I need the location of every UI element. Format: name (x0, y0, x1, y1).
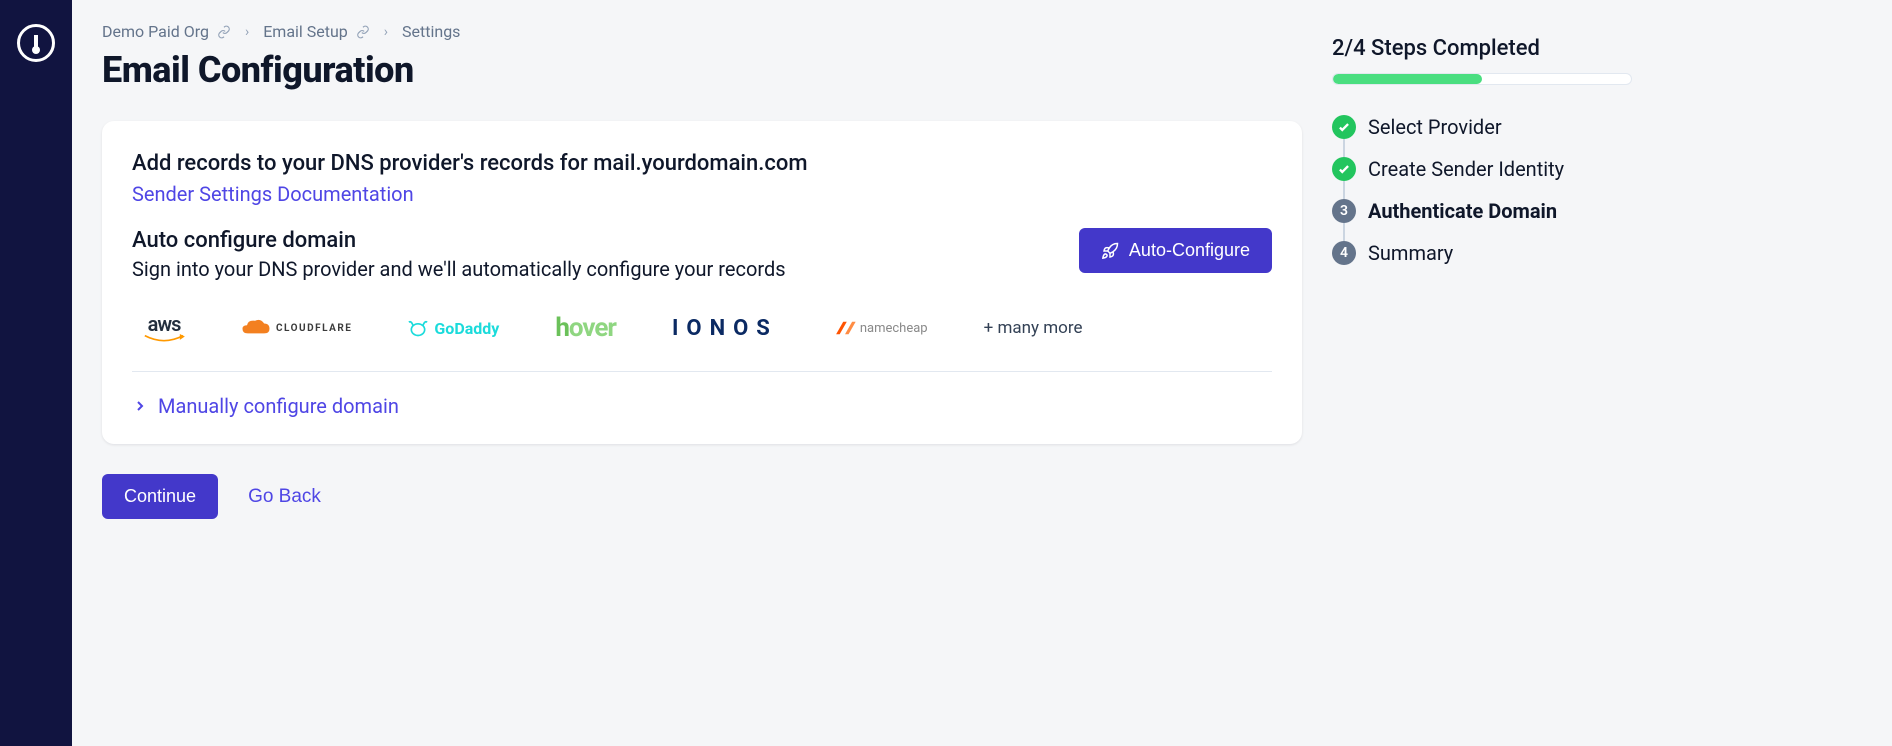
chevron-right-icon: › (384, 24, 388, 40)
auto-configure-title: Auto configure domain (132, 228, 786, 253)
provider-cloudflare: CLOUDFLARE (242, 315, 352, 341)
provider-namecheap: namecheap (834, 315, 928, 341)
rocket-icon (1101, 242, 1119, 260)
provider-godaddy: GoDaddy (408, 315, 499, 341)
breadcrumb: Demo Paid Org › Email Setup › Settings (102, 22, 1302, 41)
steps-list: Select Provider Create Sender Identity 3… (1332, 115, 1632, 265)
go-back-button[interactable]: Go Back (244, 476, 325, 518)
step-label: Create Sender Identity (1368, 157, 1564, 181)
breadcrumb-org[interactable]: Demo Paid Org (102, 22, 231, 41)
namecheap-logo-text: namecheap (860, 321, 928, 336)
link-icon (217, 25, 231, 39)
progress-bar (1332, 73, 1632, 85)
continue-button[interactable]: Continue (102, 474, 218, 519)
breadcrumb-org-label: Demo Paid Org (102, 22, 209, 41)
steps-completed-title: 2/4 Steps Completed (1332, 36, 1632, 61)
step-label: Authenticate Domain (1368, 199, 1557, 223)
provider-ionos: IONOS (672, 315, 778, 341)
aws-smile-icon (142, 334, 186, 344)
breadcrumb-page: Settings (402, 22, 460, 41)
step-label: Select Provider (1368, 115, 1502, 139)
step-select-provider: Select Provider (1332, 115, 1632, 139)
config-card: Add records to your DNS provider's recor… (102, 121, 1302, 444)
provider-logos: aws CLOUDFLARE GoDaddy hover (132, 297, 1272, 372)
chevron-right-icon: › (245, 24, 249, 40)
aws-logo-text: aws (148, 312, 181, 336)
provider-hover: hover (555, 315, 616, 341)
step-authenticate-domain: 3 Authenticate Domain (1332, 199, 1632, 223)
step-connector (1343, 181, 1345, 199)
auto-configure-subtitle: Sign into your DNS provider and we'll au… (132, 257, 786, 281)
auto-configure-text: Auto configure domain Sign into your DNS… (132, 228, 786, 281)
hover-logo-text: over (569, 313, 616, 343)
provider-aws: aws (142, 315, 186, 341)
step-create-sender-identity: Create Sender Identity (1332, 157, 1632, 181)
app-logo-icon[interactable] (17, 24, 55, 62)
card-heading: Add records to your DNS provider's recor… (132, 151, 1272, 176)
step-summary: 4 Summary (1332, 241, 1632, 265)
godaddy-icon (408, 318, 428, 338)
manual-configure-label: Manually configure domain (158, 394, 399, 418)
progress-fill (1333, 74, 1482, 84)
godaddy-logo-text: GoDaddy (434, 319, 499, 338)
page-title: Email Configuration (102, 49, 1302, 91)
breadcrumb-section-label: Email Setup (263, 22, 348, 41)
ionos-logo-text: IONOS (672, 316, 778, 341)
documentation-link[interactable]: Sender Settings Documentation (132, 182, 414, 206)
sidebar (0, 0, 72, 746)
link-icon (356, 25, 370, 39)
step-connector (1343, 139, 1345, 157)
step-number-badge: 4 (1332, 241, 1356, 265)
provider-more: + many more (984, 315, 1083, 341)
main-content: Demo Paid Org › Email Setup › Settings E… (102, 22, 1302, 716)
auto-configure-button-label: Auto-Configure (1129, 240, 1250, 261)
auto-configure-button[interactable]: Auto-Configure (1079, 228, 1272, 273)
manual-configure-link[interactable]: Manually configure domain (132, 394, 399, 418)
footer-buttons: Continue Go Back (102, 474, 1302, 519)
check-icon (1332, 157, 1356, 181)
chevron-right-icon (132, 398, 148, 414)
namecheap-icon (834, 320, 856, 336)
cloudflare-logo-text: CLOUDFLARE (276, 323, 352, 334)
step-label: Summary (1368, 241, 1453, 265)
step-number-badge: 3 (1332, 199, 1356, 223)
steps-panel: 2/4 Steps Completed Select Provider Crea… (1332, 22, 1632, 716)
check-icon (1332, 115, 1356, 139)
cloudflare-icon (242, 319, 270, 337)
breadcrumb-section[interactable]: Email Setup (263, 22, 370, 41)
step-connector (1343, 223, 1345, 241)
